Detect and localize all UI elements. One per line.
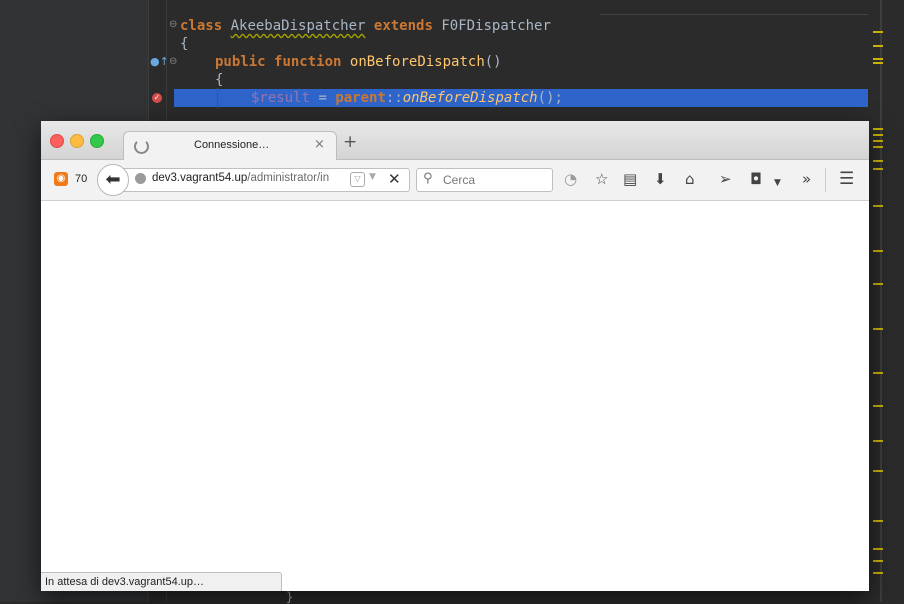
stripe-marker[interactable] (873, 62, 883, 64)
code-line-3[interactable]: public function onBeforeDispatch() (215, 53, 502, 71)
new-tab-button[interactable]: + (343, 134, 357, 151)
stripe-marker[interactable] (873, 283, 883, 285)
chevron-double-right-icon[interactable]: » (802, 170, 811, 188)
site-identity-icon[interactable] (135, 173, 146, 184)
keyword: extends (373, 18, 433, 34)
reader-pocket-icon[interactable]: ▽ (350, 172, 365, 187)
variable: $result (251, 90, 311, 106)
stripe-marker[interactable] (873, 572, 883, 574)
editor-right-strip (868, 0, 904, 602)
brace: { (180, 36, 189, 52)
reading-list-icon[interactable]: ▤ (623, 170, 637, 188)
url-path: /administrator/in (247, 172, 330, 184)
fold-marker-icon[interactable]: ⊖ (169, 57, 177, 67)
url-history-dropdown-icon[interactable]: ▼ (369, 172, 376, 182)
status-panel: In attesa di dev3.vagrant54.up… (41, 572, 282, 591)
stripe-marker[interactable] (873, 372, 883, 374)
download-icon[interactable]: ⬇ (654, 170, 667, 188)
home-icon[interactable]: ⌂ (685, 170, 695, 188)
stop-icon[interactable]: ✕ (388, 170, 401, 188)
send-icon[interactable]: ➢ (719, 170, 732, 188)
stripe-marker[interactable] (873, 160, 883, 162)
keyword: function (274, 54, 342, 70)
rss-count[interactable]: 70 (75, 173, 87, 185)
url-host: dev3.vagrant54.up (152, 172, 248, 184)
operator: = (310, 90, 336, 106)
minimize-window-button[interactable] (70, 134, 84, 148)
tab-close-icon[interactable]: × (314, 137, 325, 152)
url-text[interactable]: dev3.vagrant54.up/administrator/in (152, 172, 344, 184)
close-window-button[interactable] (50, 134, 64, 148)
parens: () (484, 54, 502, 70)
stripe-marker[interactable] (873, 140, 883, 142)
right-margin-line (600, 14, 868, 15)
stripe-marker[interactable] (873, 470, 883, 472)
stripe-marker[interactable] (873, 250, 883, 252)
code-line-5[interactable]: $result = parent::onBeforeDispatch(); (251, 89, 563, 107)
fold-marker-icon[interactable]: ⊖ (169, 20, 177, 30)
stripe-marker[interactable] (873, 328, 883, 330)
search-placeholder: Cerca (443, 173, 476, 187)
keyword: class (180, 18, 223, 34)
stripe-marker[interactable] (873, 128, 883, 130)
parent-class-name: F0FDispatcher (441, 18, 551, 34)
pocket-dropdown-icon[interactable]: ▼ (774, 174, 781, 192)
stripe-marker[interactable] (873, 58, 883, 60)
code-closing-brace: } (286, 590, 294, 604)
stripe-marker[interactable] (873, 45, 883, 47)
stripe-marker[interactable] (873, 440, 883, 442)
toolbar-separator (825, 168, 826, 192)
browser-window: Connessione… × + ◉ 70 ⬅ dev3.vagrant54.u… (41, 121, 869, 591)
bookmark-star-icon[interactable]: ☆ (595, 170, 608, 188)
navigation-toolbar: ◉ 70 ⬅ dev3.vagrant54.up/administrator/i… (41, 160, 869, 201)
stripe-marker[interactable] (873, 168, 883, 170)
url-bar[interactable]: dev3.vagrant54.up/administrator/in ▽ ▼ ✕ (123, 168, 410, 192)
code-line-2[interactable]: { (180, 35, 188, 53)
browser-titlebar[interactable]: Connessione… × + (41, 121, 869, 161)
scope-operator: :: (385, 90, 403, 106)
function-name: onBeforeDispatch (349, 54, 485, 70)
search-bar[interactable]: ⚲ Cerca (416, 168, 553, 192)
brace: { (215, 72, 224, 88)
stripe-marker[interactable] (873, 548, 883, 550)
page-content[interactable] (41, 201, 869, 591)
status-text: In attesa di dev3.vagrant54.up… (45, 576, 204, 588)
loading-spinner-icon (134, 139, 149, 154)
stripe-marker[interactable] (873, 520, 883, 522)
stripe-marker[interactable] (873, 405, 883, 407)
zoom-window-button[interactable] (90, 134, 104, 148)
tab-title: Connessione… (194, 139, 270, 151)
pocket-icon[interactable]: ◘ (750, 170, 762, 188)
class-name: AkeebaDispatcher (230, 18, 366, 34)
back-button[interactable]: ⬅ (97, 164, 129, 196)
stripe-marker[interactable] (873, 205, 883, 207)
code-line-4[interactable]: { (215, 71, 223, 89)
error-stripe[interactable] (880, 0, 882, 602)
hamburger-menu-icon[interactable]: ☰ (839, 170, 854, 188)
search-icon: ⚲ (423, 171, 433, 186)
keyword: public (215, 54, 266, 70)
call-end: (); (537, 90, 563, 106)
breakpoint-icon[interactable]: ✓ (152, 93, 162, 103)
override-marker-icon[interactable]: ●↑ (150, 56, 169, 67)
stripe-marker[interactable] (873, 134, 883, 136)
back-arrow-icon: ⬅ (105, 169, 121, 190)
rss-icon[interactable]: ◉ (54, 172, 68, 186)
stripe-marker[interactable] (873, 146, 883, 148)
code-line-1[interactable]: class AkeebaDispatcher extends F0FDispat… (180, 17, 551, 35)
feed-icon[interactable]: ◔ (564, 170, 577, 188)
stripe-marker[interactable] (873, 31, 883, 33)
indent-guide (217, 88, 218, 108)
stripe-marker[interactable] (873, 560, 883, 562)
tab-connecting[interactable]: Connessione… × (123, 131, 337, 161)
keyword: parent (335, 90, 386, 106)
method-call: onBeforeDispatch (402, 90, 538, 106)
